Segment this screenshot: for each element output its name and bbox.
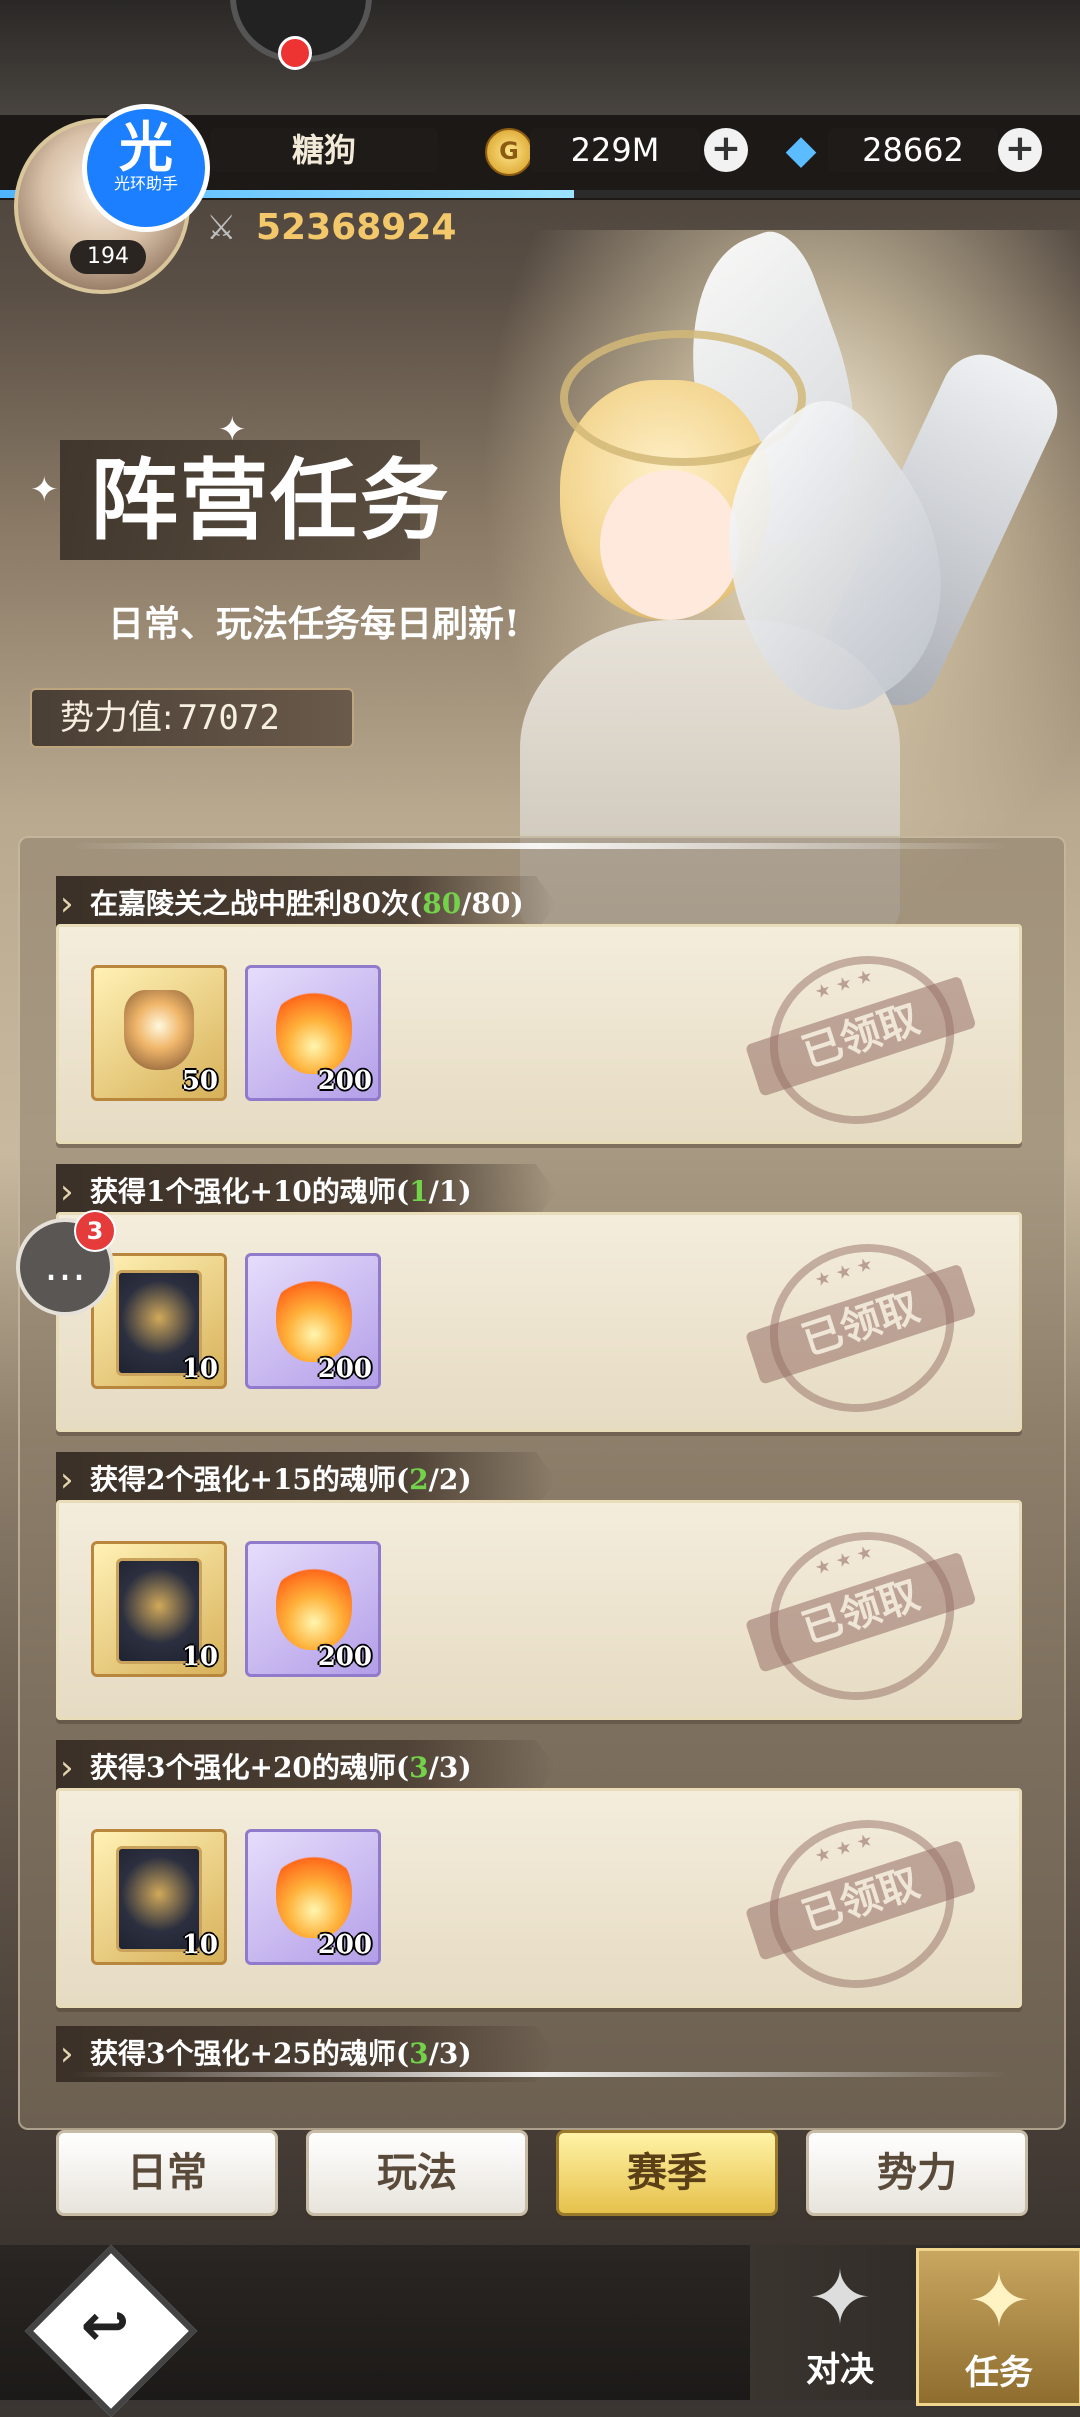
reward-item[interactable]: 200 (245, 965, 381, 1101)
tab-influence[interactable]: 势力 (806, 2130, 1028, 2216)
hero-face (600, 470, 740, 620)
flame-icon (276, 1270, 352, 1362)
back-arrow-icon: ↩ (80, 2291, 130, 2359)
nav-duel-label: 对决 (806, 2350, 874, 2390)
nav-duel[interactable]: ✦ 对决 (760, 2248, 920, 2400)
reward-quantity: 10 (181, 1642, 218, 1672)
reward-item[interactable]: 200 (245, 1253, 381, 1389)
reward-item[interactable]: 10 (91, 1541, 227, 1677)
add-diamond-button[interactable]: + (998, 128, 1042, 172)
chat-unread-badge: 3 (74, 1210, 116, 1252)
pendant-icon (124, 990, 194, 1070)
duel-emblem-icon: ✦ (808, 2253, 872, 2342)
gold-amount: 229M (530, 128, 700, 172)
task-card: 50 200 ★ ★ ★ 已领取 (56, 924, 1022, 1148)
reward-quantity: 200 (317, 1930, 372, 1960)
reward-quantity: 50 (181, 1066, 218, 1096)
reward-item[interactable]: 200 (245, 1829, 381, 1965)
reward-item[interactable]: 10 (91, 1829, 227, 1965)
flame-icon (276, 1558, 352, 1650)
reward-quantity: 10 (181, 1354, 218, 1384)
tab-gameplay[interactable]: 玩法 (306, 2130, 528, 2216)
flame-icon (276, 982, 352, 1074)
notification-dot (278, 36, 312, 70)
reward-item[interactable]: 50 (91, 965, 227, 1101)
task-card: 10 200 ★ ★ ★ 已领取 (56, 1788, 1022, 2012)
tasks-emblem-icon: ✦ (967, 2256, 1031, 2345)
influence-box: 势力值: 77072 (30, 688, 354, 748)
reward-quantity: 200 (317, 1354, 372, 1384)
reward-quantity: 200 (317, 1066, 372, 1096)
diamond-amount: 28662 (828, 128, 998, 172)
task-card: 10 200 ★ ★ ★ 已领取 (56, 1212, 1022, 1436)
tab-daily[interactable]: 日常 (56, 2130, 278, 2216)
add-gold-button[interactable]: + (704, 128, 748, 172)
player-level: 194 (70, 240, 146, 274)
reward-quantity: 10 (181, 1930, 218, 1960)
claimed-stamp: ★ ★ ★ 已领取 (744, 1220, 977, 1436)
player-name: 糖狗 (210, 128, 438, 172)
claimed-stamp: ★ ★ ★ 已领取 (744, 1508, 977, 1724)
page-title: 阵营任务 (90, 448, 451, 552)
influence-value: 77072 (177, 698, 280, 738)
task-card: 10 200 ★ ★ ★ 已领取 (56, 1500, 1022, 1724)
nav-tasks-label: 任务 (965, 2353, 1033, 2393)
nav-tasks[interactable]: ✦ 任务 (916, 2248, 1080, 2406)
sparkle-icon: ✦ (30, 470, 59, 510)
page-subtitle: 日常、玩法任务每日刷新! (108, 603, 520, 645)
crossed-swords-icon: ⚔ (206, 208, 237, 248)
panel-divider (70, 2072, 1010, 2077)
diamond-icon: ◆ (785, 127, 817, 173)
claimed-stamp: ★ ★ ★ 已领取 (744, 932, 977, 1148)
top-strip (0, 0, 1080, 120)
gold-coin-icon: G (485, 128, 533, 176)
combat-power: 52368924 (256, 207, 457, 248)
tab-season[interactable]: 赛季 (556, 2130, 778, 2216)
panel-divider (70, 843, 1010, 849)
reward-item[interactable]: 200 (245, 1541, 381, 1677)
reward-quantity: 200 (317, 1642, 372, 1672)
assistant-badge[interactable]: 光 光环助手 (82, 104, 210, 232)
influence-label: 势力值: (60, 698, 174, 738)
assistant-badge-label: 光环助手 (113, 174, 178, 193)
flame-icon (276, 1846, 352, 1938)
claimed-stamp: ★ ★ ★ 已领取 (744, 1796, 977, 2012)
